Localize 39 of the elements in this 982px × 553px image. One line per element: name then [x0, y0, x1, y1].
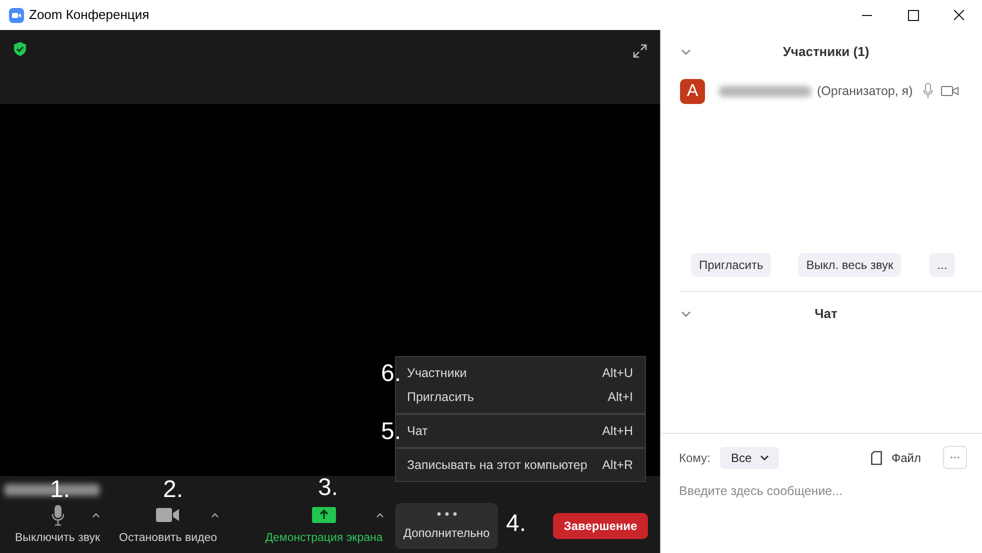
annotation-number: 6. — [381, 362, 402, 386]
recipient-dropdown[interactable]: Все — [720, 446, 780, 468]
caret-up-icon[interactable] — [376, 512, 384, 518]
section-title: Участники (1) — [782, 43, 870, 62]
camera-icon — [940, 85, 959, 97]
microphone-icon — [50, 504, 64, 526]
end-meeting-button[interactable]: Завершение — [553, 513, 648, 539]
share-button[interactable]: Демонстрация экрана — [258, 504, 390, 548]
more-button[interactable]: Дополнительно — [395, 503, 498, 549]
mic-button[interactable]: Выключить звук — [5, 504, 110, 548]
participant-role: (Организатор, я) — [817, 82, 913, 100]
caret-up-icon[interactable] — [211, 512, 219, 518]
file-button[interactable]: Файл — [871, 448, 921, 466]
dots-icon — [436, 510, 458, 516]
annotation-number: 3. — [318, 476, 338, 500]
avatar: А — [680, 78, 705, 104]
recipient-label: Кому: — [679, 450, 710, 466]
chevron-down-icon — [760, 454, 769, 460]
annotation-number: 5. — [381, 420, 402, 444]
section-title: Чат — [814, 305, 838, 324]
app-logo-icon — [9, 8, 24, 22]
message-input[interactable]: Введите здесь сообщение... — [679, 481, 964, 501]
annotation-number: 4. — [506, 512, 526, 536]
panel-button[interactable]: Пригласить — [691, 253, 772, 277]
annotation-number: 1. — [50, 478, 70, 502]
share-screen-icon — [312, 504, 336, 526]
more-options-button[interactable]: ... — [929, 253, 956, 277]
window-title: Zoom Конференция — [29, 6, 150, 24]
annotation-number: 2. — [163, 478, 184, 502]
microphone-icon — [922, 83, 933, 99]
panel-button[interactable]: Выкл. весь звук — [798, 253, 902, 277]
fullscreen-icon[interactable] — [632, 43, 648, 59]
menu-item[interactable]: Записывать на этот компьютер Alt+R — [396, 453, 645, 477]
menu-item[interactable]: Пригласить Alt+I — [396, 385, 645, 409]
shield-check-icon — [12, 41, 28, 57]
dots-icon — [950, 456, 960, 459]
file-icon — [871, 450, 882, 464]
caret-up-icon[interactable] — [92, 512, 100, 518]
video-button[interactable]: Остановить видео — [113, 504, 223, 548]
